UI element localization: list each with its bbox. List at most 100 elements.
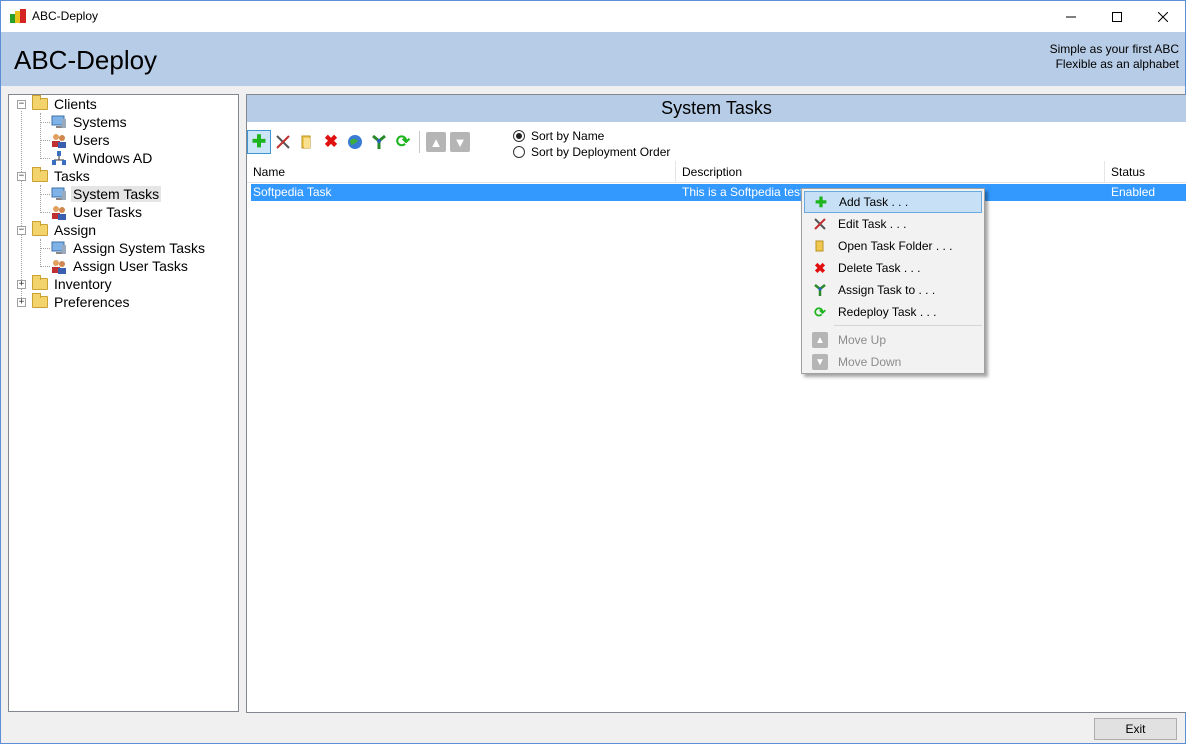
tree-item-label: Systems <box>73 114 127 130</box>
tree-item-systems[interactable]: Systems <box>51 113 129 131</box>
delete-task-button[interactable]: ✖ <box>319 130 343 154</box>
arrow-down-icon: ▼ <box>450 132 470 152</box>
slogan-line-1: Simple as your first ABC <box>1049 42 1179 56</box>
menu-item-label: Add Task . . . <box>839 195 909 209</box>
menu-item-open-task-folder[interactable]: Open Task Folder . . . <box>804 235 982 257</box>
menu-item-delete-task[interactable]: ✖ Delete Task . . . <box>804 257 982 279</box>
navigation-tree[interactable]: − Clients Systems Users Windows AD − Tas… <box>8 94 239 712</box>
app-logo-icon <box>10 9 26 23</box>
folder-open-icon <box>32 95 48 110</box>
menu-item-move-down: ▼ Move Down <box>804 351 982 373</box>
menu-item-move-up: ▲ Move Up <box>804 329 982 351</box>
computer-icon <box>51 115 66 128</box>
tree-item-users[interactable]: Users <box>51 131 112 149</box>
collapse-toggle-tasks[interactable]: − <box>17 172 26 181</box>
slogan-line-2: Flexible as an alphabet <box>1055 57 1179 71</box>
tree-item-label: User Tasks <box>73 204 142 220</box>
arrow-down-icon: ▼ <box>812 354 828 370</box>
edit-task-button[interactable] <box>271 130 295 154</box>
redeploy-task-button[interactable]: ⟳ <box>391 130 415 154</box>
tree-item-label: Assign System Tasks <box>73 240 206 256</box>
column-header-status[interactable]: Status <box>1105 161 1186 183</box>
app-title: ABC-Deploy <box>14 45 158 75</box>
menu-item-label: Move Up <box>838 333 887 347</box>
globe-icon <box>348 135 362 149</box>
tree-item-label: Preferences <box>54 294 130 310</box>
panel-title: System Tasks <box>247 95 1186 122</box>
menu-item-label: Assign Task to . . . <box>838 283 936 297</box>
tree-item-assign-user-tasks[interactable]: Assign User Tasks <box>51 257 190 275</box>
folder-icon <box>301 135 311 149</box>
radio-unchecked-icon <box>513 146 525 158</box>
computer-icon <box>51 241 66 254</box>
folder-icon <box>32 293 48 308</box>
tree-item-inventory[interactable]: Inventory <box>32 275 114 293</box>
computer-icon <box>51 187 66 200</box>
tree-item-user-tasks[interactable]: User Tasks <box>51 203 144 221</box>
table-row[interactable]: Softpedia Task This is a Softpedia test … <box>251 184 1186 201</box>
context-menu: ✚ Add Task . . . Edit Task . . . Open Ta… <box>801 188 985 374</box>
delete-icon: ✖ <box>814 259 826 276</box>
tree-item-clients[interactable]: Clients <box>32 95 99 113</box>
toolbar-separator <box>419 131 420 153</box>
tree-item-tasks[interactable]: Tasks <box>32 167 92 185</box>
users-icon <box>52 206 66 220</box>
tools-icon <box>804 217 836 231</box>
collapse-toggle-clients[interactable]: − <box>17 100 26 109</box>
tree-item-system-tasks[interactable]: System Tasks <box>51 185 162 203</box>
column-header-description[interactable]: Description <box>676 161 1105 183</box>
menu-item-label: Delete Task . . . <box>838 261 921 275</box>
task-status-cell: Enabled <box>1111 185 1156 199</box>
deploy-task-button[interactable] <box>343 130 367 154</box>
slogan: Simple as your first ABC Flexible as an … <box>1050 42 1179 72</box>
title-bar: ABC-Deploy <box>1 1 1185 32</box>
sort-by-name-radio[interactable]: Sort by Name <box>513 129 604 143</box>
exit-button[interactable]: Exit <box>1094 718 1177 740</box>
menu-item-label: Move Down <box>838 355 902 369</box>
main-panel: System Tasks ✚ ✖ ⟳ ▲ ▼ Sort by Name Sort… <box>246 94 1186 713</box>
tree-item-label: Users <box>73 132 110 148</box>
tree-item-label: Assign User Tasks <box>73 258 188 274</box>
maximize-button[interactable] <box>1094 1 1140 32</box>
tree-item-label: Assign <box>54 222 97 238</box>
expand-toggle-inventory[interactable]: + <box>17 280 26 289</box>
tree-item-assign-system-tasks[interactable]: Assign System Tasks <box>51 239 207 257</box>
tree-item-assign[interactable]: Assign <box>32 221 98 239</box>
collapse-toggle-assign[interactable]: − <box>17 226 26 235</box>
menu-item-add-task[interactable]: ✚ Add Task . . . <box>804 191 982 213</box>
tools-icon <box>276 135 290 149</box>
task-description-cell: This is a Softpedia test <box>682 185 804 199</box>
move-down-button[interactable]: ▼ <box>448 130 472 154</box>
menu-item-edit-task[interactable]: Edit Task . . . <box>804 213 982 235</box>
menu-item-redeploy-task[interactable]: ⟳ Redeploy Task . . . <box>804 301 982 323</box>
users-icon <box>52 134 66 148</box>
users-icon <box>52 260 66 274</box>
assign-task-button[interactable] <box>367 130 391 154</box>
minimize-button[interactable] <box>1048 1 1094 32</box>
assign-icon <box>372 134 386 149</box>
menu-item-label: Open Task Folder . . . <box>838 239 953 253</box>
tree-item-windows-ad[interactable]: Windows AD <box>51 149 154 167</box>
app-header: ABC-Deploy Simple as your first ABC Flex… <box>1 32 1185 86</box>
window-title: ABC-Deploy <box>32 9 99 23</box>
move-up-button[interactable]: ▲ <box>424 130 448 154</box>
column-header-name[interactable]: Name <box>247 161 676 183</box>
menu-item-assign-task-to[interactable]: Assign Task to . . . <box>804 279 982 301</box>
tree-item-label: Windows AD <box>73 150 153 166</box>
task-list-header: Name Description Status <box>247 161 1186 183</box>
tree-item-preferences[interactable]: Preferences <box>32 293 131 311</box>
close-button[interactable] <box>1140 1 1186 32</box>
add-task-button[interactable]: ✚ <box>247 130 271 154</box>
open-task-folder-button[interactable] <box>295 130 319 154</box>
sort-option-label: Sort by Name <box>531 129 605 143</box>
expand-toggle-preferences[interactable]: + <box>17 298 26 307</box>
tree-item-label: Tasks <box>54 168 90 184</box>
menu-item-label: Edit Task . . . <box>838 217 907 231</box>
task-name-cell: Softpedia Task <box>253 185 332 199</box>
sort-by-deployment-order-radio[interactable]: Sort by Deployment Order <box>513 145 670 159</box>
close-icon <box>1158 11 1168 22</box>
tree-item-label: Inventory <box>54 276 112 292</box>
assign-icon <box>804 283 836 297</box>
maximize-icon <box>1112 11 1122 22</box>
plus-icon: ✚ <box>815 193 827 210</box>
